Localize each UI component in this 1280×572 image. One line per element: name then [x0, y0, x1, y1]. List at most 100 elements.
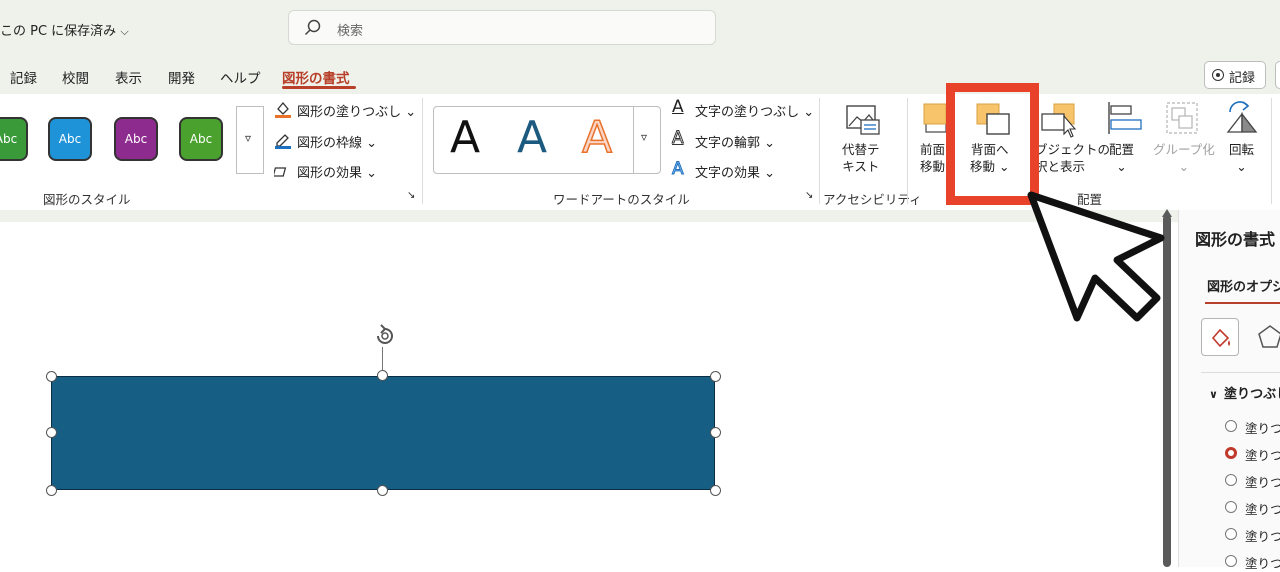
- fill-section-label: 塗りつぶし: [1223, 387, 1280, 402]
- wordart-style-orange-outline[interactable]: A: [581, 111, 613, 164]
- save-status-text: この PC に保存済み: [0, 24, 117, 39]
- resize-handle-left[interactable]: [46, 427, 57, 438]
- text-effects-button[interactable]: 文字の効果 ⌄: [695, 162, 775, 181]
- fill-option-radio-1[interactable]: [1225, 420, 1237, 432]
- fill-option-label-3: 塗りつ: [1245, 475, 1280, 490]
- rotate-icon: [1226, 101, 1258, 133]
- chevron-down-icon: ⌵: [120, 25, 129, 38]
- group-label-wordart-styles: ワードアートのスタイル: [553, 192, 690, 207]
- fill-option-label-5: 塗りつ: [1245, 529, 1280, 544]
- shape-effects-button[interactable]: 図形の効果 ⌄: [297, 162, 377, 181]
- resize-handle-bottom-left[interactable]: [46, 485, 57, 496]
- tab-view[interactable]: 表示: [115, 67, 142, 87]
- tab-developer[interactable]: 開発: [168, 67, 195, 87]
- group-label: グループ化: [1153, 142, 1215, 157]
- search-placeholder: 検索: [337, 24, 364, 39]
- tab-record[interactable]: 記録: [10, 67, 37, 87]
- shape-style-swatch-4[interactable]: Abc: [179, 117, 223, 161]
- tab-review[interactable]: 校閲: [62, 67, 89, 87]
- bring-forward-button[interactable]: 前面 移動: [920, 141, 945, 175]
- selection-pane-label-2: 択と表示: [1035, 159, 1086, 174]
- shape-effects-label: 図形の効果: [297, 166, 363, 181]
- resize-handle-bottom-right[interactable]: [710, 485, 721, 496]
- text-outline-label: 文字の輪郭: [695, 136, 761, 151]
- selection-pane-button[interactable]: ブジェクトの 択と表示: [1035, 141, 1110, 175]
- text-fill-icon: A: [672, 97, 684, 117]
- chevron-down-icon: ⌄: [1116, 159, 1127, 174]
- text-effects-label: 文字の効果: [695, 166, 761, 181]
- pane-title: 図形の書式: [1195, 230, 1276, 249]
- shape-style-swatch-1[interactable]: Abc: [0, 117, 28, 161]
- search-box[interactable]: 検索: [288, 10, 716, 45]
- alt-text-label-2: キスト: [842, 159, 880, 174]
- mouse-pointer-icon: [1027, 191, 1165, 322]
- text-outline-button[interactable]: 文字の輪郭 ⌄: [695, 132, 775, 151]
- rectangle-shape[interactable]: [51, 376, 715, 490]
- align-icon: [1108, 102, 1142, 134]
- shape-style-swatch-3[interactable]: Abc: [114, 117, 158, 161]
- fill-option-radio-3[interactable]: [1225, 474, 1237, 486]
- fill-section-header[interactable]: ∨ 塗りつぶし: [1209, 383, 1280, 402]
- active-tab-indicator: [282, 86, 356, 89]
- highlight-box: [946, 83, 1039, 205]
- shape-style-swatch-2[interactable]: Abc: [48, 117, 92, 161]
- ribbon-tabs: 記録 校閲 表示 開発 ヘルプ 図形の書式 記録: [0, 58, 1280, 94]
- rotate-button[interactable]: 回転 ⌄: [1229, 141, 1254, 175]
- group-label-shape-styles: 図形のスタイル: [43, 192, 131, 207]
- resize-handle-top[interactable]: [377, 370, 388, 381]
- alt-text-button[interactable]: 代替テ キスト: [842, 141, 880, 175]
- search-icon: [304, 19, 321, 36]
- divider: [422, 98, 423, 204]
- pane-tab-indicator: [1205, 302, 1280, 304]
- fill-option-label-1: 塗りつ: [1245, 421, 1280, 436]
- divider: [819, 98, 820, 204]
- divider: [1271, 98, 1272, 204]
- chevron-down-icon: ⌄: [1178, 159, 1190, 174]
- fill-line-tab-button[interactable]: [1201, 318, 1239, 356]
- tab-help[interactable]: ヘルプ: [220, 67, 261, 87]
- record-button-label: 記録: [1229, 71, 1256, 86]
- dialog-launcher-icon[interactable]: ↘: [805, 190, 813, 201]
- record-icon: [1212, 69, 1224, 81]
- rotate-handle-icon[interactable]: [370, 322, 400, 350]
- resize-handle-bottom[interactable]: [377, 485, 388, 496]
- pentagon-effects-icon[interactable]: [1257, 324, 1280, 350]
- align-button[interactable]: 配置 ⌄: [1109, 141, 1134, 175]
- wordart-style-black[interactable]: A: [450, 112, 480, 163]
- bring-forward-label-1: 前面: [920, 142, 946, 157]
- shape-outline-button[interactable]: 図形の枠線 ⌄: [297, 132, 377, 151]
- share-button[interactable]: [1275, 61, 1280, 89]
- group-button[interactable]: グループ化 ⌄: [1153, 141, 1215, 175]
- fill-option-radio-4[interactable]: [1225, 501, 1237, 513]
- alt-text-icon: [846, 105, 880, 135]
- tab-shape-format[interactable]: 図形の書式: [282, 67, 350, 87]
- pen-outline-icon: [275, 134, 291, 149]
- record-button[interactable]: 記録: [1204, 61, 1266, 89]
- shape-fill-button[interactable]: 図形の塗りつぶし ⌄: [297, 101, 416, 120]
- fill-option-label-6: 塗りつ: [1245, 556, 1280, 571]
- fill-option-label-2: 塗りつ: [1245, 448, 1280, 463]
- divider: [1201, 372, 1280, 373]
- alt-text-label-1: 代替テ: [842, 142, 880, 157]
- resize-handle-right[interactable]: [710, 427, 721, 438]
- fill-bucket-icon: [1211, 328, 1230, 348]
- fill-option-radio-6[interactable]: [1225, 555, 1237, 567]
- shape-effects-icon: [274, 167, 287, 177]
- wordart-gallery-more-button[interactable]: ▿: [641, 130, 647, 144]
- resize-handle-top-right[interactable]: [710, 371, 721, 382]
- chevron-down-icon: ⌄: [1236, 159, 1247, 174]
- wordart-style-blue[interactable]: A: [517, 112, 547, 163]
- text-fill-button[interactable]: 文字の塗りつぶし ⌄: [695, 101, 814, 120]
- gallery-expand-icon: ▿: [245, 131, 252, 145]
- resize-handle-top-left[interactable]: [46, 371, 57, 382]
- text-effects-icon: A: [672, 159, 685, 180]
- pane-tab-shape-options[interactable]: 図形のオプシ: [1207, 276, 1280, 295]
- dialog-launcher-icon[interactable]: ↘: [407, 190, 415, 201]
- selection-pane-label-1: ブジェクトの: [1035, 142, 1111, 157]
- fill-option-radio-5[interactable]: [1225, 528, 1237, 540]
- divider: [633, 106, 634, 174]
- fill-bucket-icon: [275, 101, 291, 118]
- document-save-status[interactable]: この PC に保存済み ⌵: [0, 20, 129, 39]
- shape-style-gallery-more-button[interactable]: ▿: [236, 106, 264, 174]
- fill-option-radio-2[interactable]: [1225, 447, 1237, 459]
